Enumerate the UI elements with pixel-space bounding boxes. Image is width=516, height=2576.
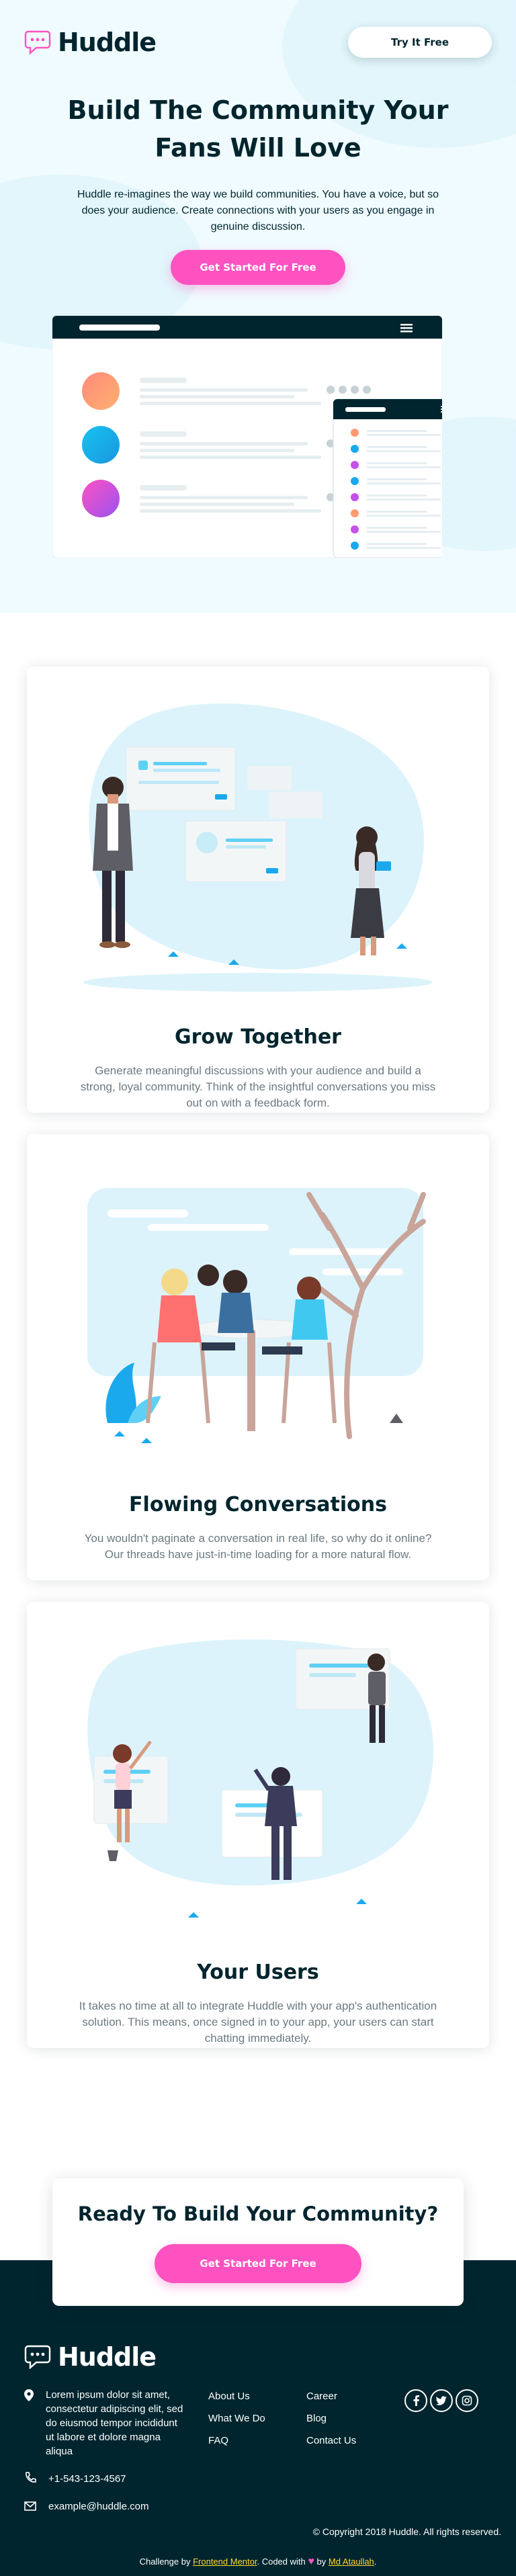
author-link[interactable]: Md Ataullah xyxy=(329,2557,374,2567)
feature-text: Generate meaningful discussions with you… xyxy=(80,1064,436,1109)
footer-link-about[interactable]: About Us xyxy=(208,2391,265,2402)
email-text[interactable]: example@huddle.com xyxy=(48,2499,148,2514)
heart-icon: ♥ xyxy=(308,2556,314,2567)
get-started-button[interactable]: Get Started For Free xyxy=(171,250,345,285)
facebook-icon[interactable] xyxy=(404,2389,427,2412)
attribution-by: by xyxy=(316,2557,327,2567)
site-footer: Huddle Lorem ipsum dolor sit amet, conse… xyxy=(0,2260,516,2576)
footer-link-faq[interactable]: FAQ xyxy=(208,2435,265,2446)
feature-title: Grow Together xyxy=(175,1025,341,1049)
contact-info: Lorem ipsum dolor sit amet, consectetur … xyxy=(24,2388,185,2527)
footer-link-what-we-do[interactable]: What We Do xyxy=(208,2413,265,2424)
attribution-coded: . Coded with xyxy=(257,2557,306,2567)
try-it-free-button[interactable]: Try It Free xyxy=(348,27,492,58)
copyright-text: © Copyright 2018 Huddle. All rights rese… xyxy=(312,2526,501,2537)
get-started-button[interactable]: Get Started For Free xyxy=(155,2244,361,2283)
feature-title: Flowing Conversations xyxy=(129,1493,387,1516)
feature-card-your-users: Your Users It takes no time at all to in… xyxy=(27,1602,489,2048)
logo[interactable]: Huddle xyxy=(24,28,157,57)
frontend-mentor-link[interactable]: Frontend Mentor xyxy=(193,2557,257,2567)
location-pin-icon xyxy=(24,2389,34,2401)
footer-logo[interactable]: Huddle xyxy=(24,2342,157,2372)
footer-link-career[interactable]: Career xyxy=(306,2391,356,2402)
address-row: Lorem ipsum dolor sit amet, consectetur … xyxy=(24,2388,185,2458)
grow-together-illustration xyxy=(83,703,433,992)
twitter-icon[interactable] xyxy=(430,2389,453,2412)
attribution: Challenge by Frontend Mentor. Coded with… xyxy=(0,2556,516,2568)
social-links xyxy=(404,2389,478,2412)
feature-card-grow-together: Grow Together Generate meaningful discus… xyxy=(27,667,489,1113)
your-users-illustration xyxy=(87,1639,434,1918)
cta-card: Ready To Build Your Community? Get Start… xyxy=(52,2178,464,2306)
hero-title: Build The Community Your Fans Will Love xyxy=(67,95,449,163)
logo-text: Huddle xyxy=(58,2342,157,2372)
cta-title: Ready To Build Your Community? xyxy=(77,2202,439,2225)
instagram-icon[interactable] xyxy=(456,2389,478,2412)
site-header: Huddle Try It Free xyxy=(24,26,492,59)
feature-card-flowing-conversations: Flowing Conversations You wouldn't pagin… xyxy=(27,1134,489,1580)
footer-links-col2: Career Blog Contact Us xyxy=(306,2391,356,2457)
feature-title: Your Users xyxy=(197,1961,319,1984)
address-text: Lorem ipsum dolor sit amet, consectetur … xyxy=(46,2389,183,2457)
attribution-suffix: . xyxy=(374,2557,377,2567)
footer-link-contact[interactable]: Contact Us xyxy=(306,2435,356,2446)
attribution-prefix: Challenge by xyxy=(139,2557,191,2567)
phone-text[interactable]: +1-543-123-4567 xyxy=(48,2472,126,2486)
footer-links-col1: About Us What We Do FAQ xyxy=(208,2391,265,2457)
mail-icon xyxy=(24,2501,36,2511)
hero-section: Huddle Try It Free Build The Community Y… xyxy=(0,0,516,613)
email-row: example@huddle.com xyxy=(24,2499,185,2514)
phone-row: +1-543-123-4567 xyxy=(24,2472,185,2486)
chat-bubble-icon xyxy=(24,2345,51,2369)
app-mockup-illustration xyxy=(52,316,442,558)
phone-icon xyxy=(26,2472,36,2483)
phone-mockup xyxy=(333,398,442,558)
feature-text: You wouldn't paginate a conversation in … xyxy=(84,1532,432,1561)
footer-link-blog[interactable]: Blog xyxy=(306,2413,356,2424)
hero-subtitle: Huddle re-imagines the way we build comm… xyxy=(77,189,439,232)
feature-text: It takes no time at all to integrate Hud… xyxy=(79,2000,437,2045)
logo-text: Huddle xyxy=(58,28,157,57)
flowing-conversations-illustration xyxy=(87,1188,426,1443)
chat-bubble-icon xyxy=(24,30,51,54)
